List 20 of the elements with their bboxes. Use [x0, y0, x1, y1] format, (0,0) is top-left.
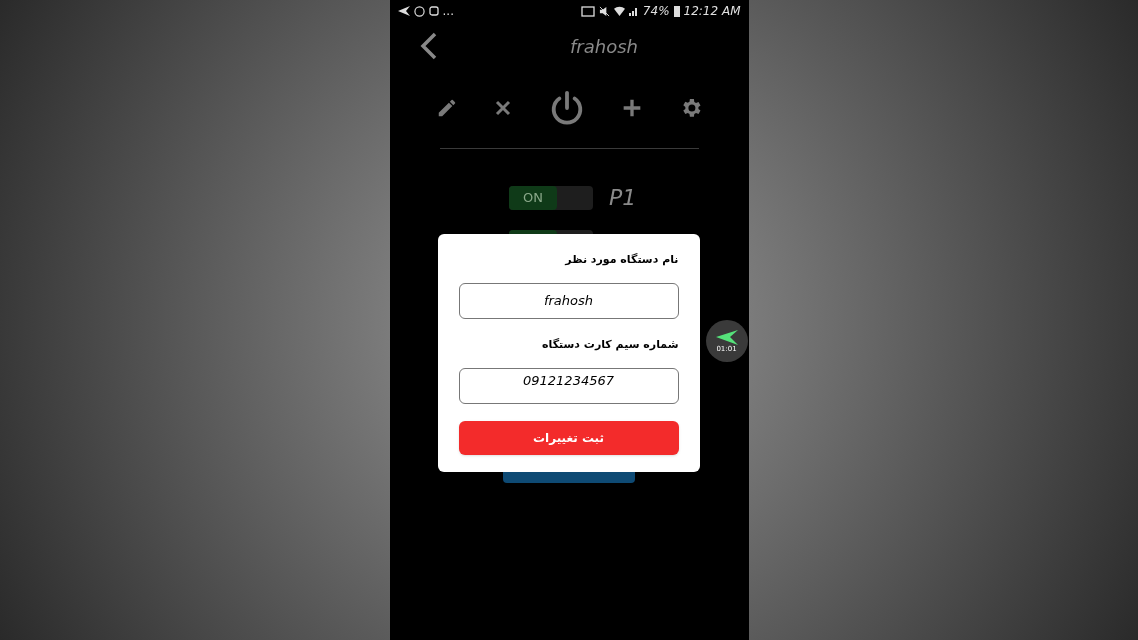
- input-field[interactable]: 09121234567: [458, 368, 679, 404]
- field-label: شماره سیم کارت دستگاه: [542, 337, 679, 353]
- plane-icon: [397, 6, 410, 16]
- close-icon[interactable]: [493, 99, 512, 117]
- plus-icon[interactable]: [622, 98, 643, 118]
- signal-icon: [628, 6, 639, 16]
- battery-icon: [673, 5, 680, 17]
- more-notifications: ...: [442, 3, 454, 20]
- input-field[interactable]: frahosh: [458, 283, 679, 319]
- toggle-switch[interactable]: ON: [509, 185, 593, 210]
- plane-icon: [715, 329, 738, 345]
- wifi-icon: [613, 5, 625, 17]
- field-label: نام دستگاه مورد نظر: [565, 252, 679, 268]
- submit-button[interactable]: ثبت تغییرات: [458, 421, 679, 455]
- mute-icon: [598, 5, 610, 17]
- clock: 12:12 AM: [683, 3, 741, 20]
- battery-level: 74%: [642, 3, 670, 20]
- switch-label: P1: [609, 184, 637, 212]
- app-title: frahosh: [569, 34, 638, 59]
- back-icon[interactable]: [419, 32, 438, 60]
